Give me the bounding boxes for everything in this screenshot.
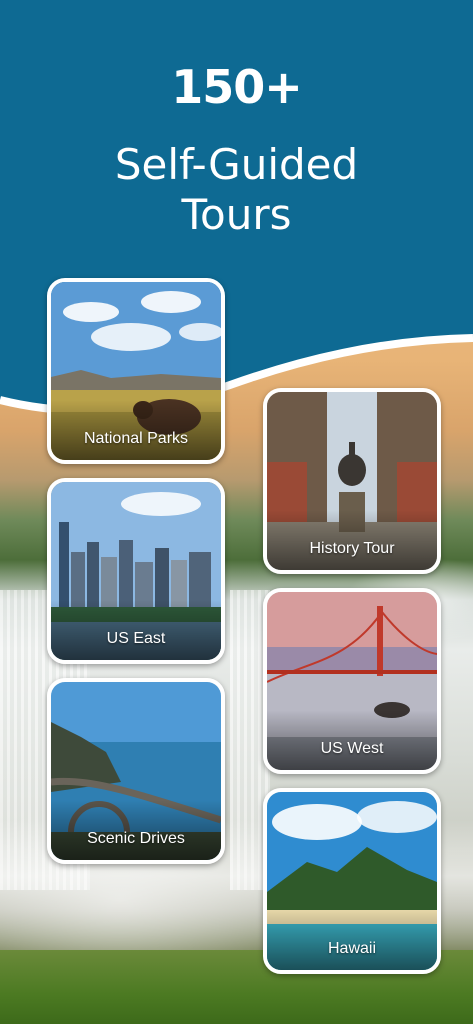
card-hawaii[interactable]: Hawaii [263, 788, 441, 974]
subtitle-line-1: Self-Guided [114, 140, 359, 189]
tour-count: 150+ [171, 60, 303, 114]
card-scenic-drives[interactable]: Scenic Drives [47, 678, 225, 864]
card-national-parks[interactable]: National Parks [47, 278, 225, 464]
card-label: History Tour [309, 540, 395, 557]
subtitle-line-2: Tours [181, 190, 292, 239]
card-label: US West [320, 740, 384, 757]
card-history-tour[interactable]: History Tour [263, 388, 441, 574]
card-label: US East [106, 630, 166, 647]
card-us-west[interactable]: US West [263, 588, 441, 774]
card-label: National Parks [83, 430, 189, 447]
card-label: Scenic Drives [87, 830, 185, 847]
page-subtitle: Self-Guided Tours [0, 140, 473, 240]
card-label: Hawaii [327, 940, 376, 957]
card-us-east[interactable]: US East [47, 478, 225, 664]
